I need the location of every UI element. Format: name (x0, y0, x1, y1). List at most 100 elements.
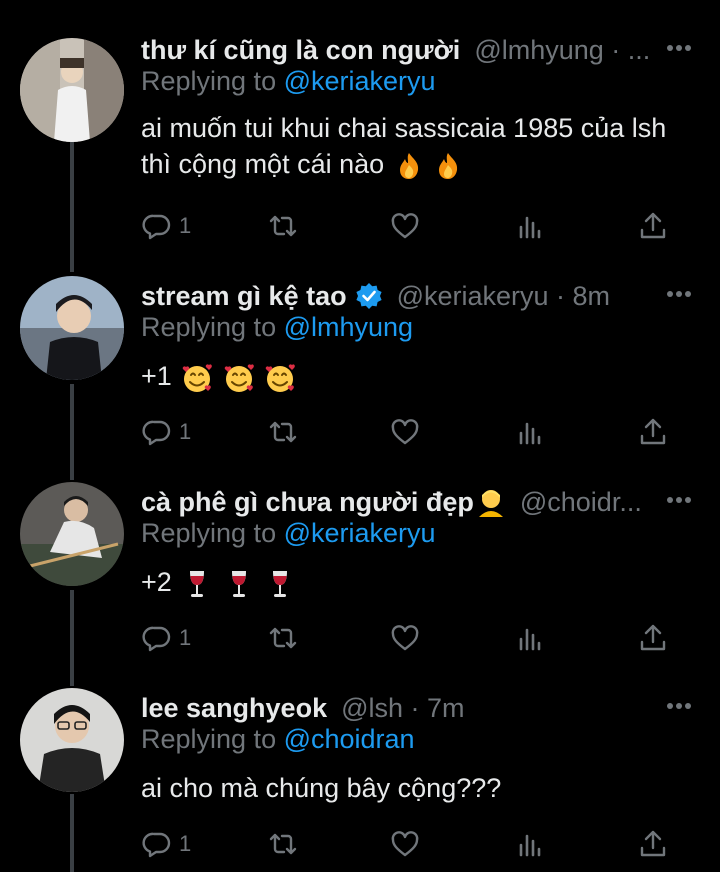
avatar[interactable] (20, 38, 124, 142)
like-icon (391, 625, 419, 651)
share-button[interactable] (637, 208, 669, 244)
tweet[interactable]: lee sanghyeok @lsh · 7m Replying to @cho… (0, 688, 720, 872)
replying-prefix: Replying to (141, 518, 284, 548)
reply-count: 1 (179, 831, 192, 856)
wine-glass-emoji-icon (273, 570, 288, 597)
share-button[interactable] (637, 620, 669, 656)
avatar[interactable] (20, 276, 124, 380)
retweet-icon (269, 627, 297, 649)
replying-prefix: Replying to (141, 312, 284, 342)
display-name[interactable]: stream gì kệ tao (141, 281, 347, 312)
mention-link[interactable]: @lmhyung (284, 312, 413, 342)
tweet-actions: 1 (141, 414, 681, 450)
replying-prefix: Replying to (141, 66, 284, 96)
smiling-face-with-hearts-emoji-icon (266, 364, 296, 392)
tweet-text: ai cho mà chúng bây cộng??? (141, 770, 681, 806)
avatar-image (20, 688, 124, 792)
blond-person-emoji-icon (478, 490, 503, 517)
smiling-face-with-hearts-emoji-icon (183, 364, 213, 392)
mention-link[interactable]: @choidran (284, 724, 415, 754)
reply-count: 1 (179, 213, 192, 238)
display-name[interactable]: thư kí cũng là con người (141, 35, 460, 66)
avatar[interactable] (20, 688, 124, 792)
verified-badge-icon (355, 283, 382, 309)
tweet[interactable]: stream gì kệ tao @keriakeryu · 8m Replyi… (0, 276, 720, 466)
views-button[interactable] (515, 414, 547, 450)
more-icon[interactable] (666, 496, 692, 504)
retweet-icon (269, 421, 297, 443)
mention-link[interactable]: @keriakeryu (284, 518, 436, 548)
tweet[interactable]: cà phê gì chưa người đẹp @choidr... Repl… (0, 482, 720, 672)
reply-button[interactable]: 1 (141, 208, 191, 244)
share-icon (640, 418, 666, 445)
like-icon (391, 213, 419, 239)
retweet-button[interactable] (267, 620, 299, 656)
like-button[interactable] (389, 620, 421, 656)
replying-to: Replying to @choidran (141, 724, 415, 755)
fire-emoji-icon (399, 152, 418, 179)
reply-button[interactable]: 1 (141, 414, 191, 450)
reply-button[interactable]: 1 (141, 826, 191, 862)
tweet-text: +1 (141, 358, 681, 394)
replying-to: Replying to @keriakeryu (141, 518, 436, 549)
more-icon[interactable] (666, 290, 692, 298)
tweet-header: stream gì kệ tao @keriakeryu · 8m (141, 276, 700, 316)
reply-count: 1 (179, 419, 192, 444)
handle-and-time[interactable]: @lsh · 7m (341, 693, 464, 724)
share-button[interactable] (637, 414, 669, 450)
views-button[interactable] (515, 208, 547, 244)
views-icon (519, 216, 541, 239)
share-button[interactable] (637, 826, 669, 862)
retweet-icon (269, 215, 297, 237)
tweet-text-content: +2 (141, 567, 172, 597)
reply-button[interactable]: 1 (141, 620, 191, 656)
views-icon (519, 834, 541, 857)
avatar-image (20, 482, 124, 586)
avatar[interactable] (20, 482, 124, 586)
retweet-button[interactable] (267, 826, 299, 862)
tweet-header: thư kí cũng là con người @lmhyung · ... (141, 30, 700, 70)
like-button[interactable] (389, 826, 421, 862)
views-button[interactable] (515, 620, 547, 656)
more-icon[interactable] (666, 702, 692, 710)
like-button[interactable] (389, 208, 421, 244)
like-icon (391, 831, 419, 857)
display-name[interactable]: cà phê gì chưa người đẹp (141, 487, 474, 518)
mention-link[interactable]: @keriakeryu (284, 66, 436, 96)
handle-and-time[interactable]: @choidr... (520, 487, 642, 518)
more-icon[interactable] (666, 44, 692, 52)
reply-icon (142, 626, 171, 652)
avatar-image (20, 276, 124, 380)
smiling-face-with-hearts-emoji-icon (224, 364, 254, 392)
tweet-actions: 1 (141, 620, 681, 656)
conversation-thread: thư kí cũng là con người @lmhyung · ... … (0, 0, 720, 872)
tweet-actions: 1 (141, 826, 681, 862)
share-icon (640, 624, 666, 651)
tweet-text: ai muốn tui khui chai sassicaia 1985 của… (141, 110, 681, 182)
retweet-button[interactable] (267, 208, 299, 244)
tweet-header: lee sanghyeok @lsh · 7m (141, 688, 700, 728)
display-name[interactable]: lee sanghyeok (141, 693, 327, 724)
replying-to: Replying to @keriakeryu (141, 66, 436, 97)
replying-to: Replying to @lmhyung (141, 312, 413, 343)
replying-prefix: Replying to (141, 724, 284, 754)
tweet-actions: 1 (141, 208, 681, 244)
avatar-image (20, 38, 124, 142)
handle-and-time[interactable]: @lmhyung · ... (474, 35, 650, 66)
reply-count: 1 (179, 625, 192, 650)
tweet[interactable]: thư kí cũng là con người @lmhyung · ... … (0, 30, 720, 252)
like-icon (391, 419, 419, 445)
retweet-button[interactable] (267, 414, 299, 450)
reply-icon (142, 214, 171, 240)
views-button[interactable] (515, 826, 547, 862)
tweet-text-content: +1 (141, 361, 172, 391)
views-icon (519, 422, 541, 445)
retweet-icon (269, 833, 297, 855)
like-button[interactable] (389, 414, 421, 450)
fire-emoji-icon (439, 152, 458, 179)
share-icon (640, 830, 666, 857)
reply-icon (142, 832, 171, 858)
handle-and-time[interactable]: @keriakeryu · 8m (397, 281, 610, 312)
wine-glass-emoji-icon (231, 570, 246, 597)
reply-icon (142, 420, 171, 446)
